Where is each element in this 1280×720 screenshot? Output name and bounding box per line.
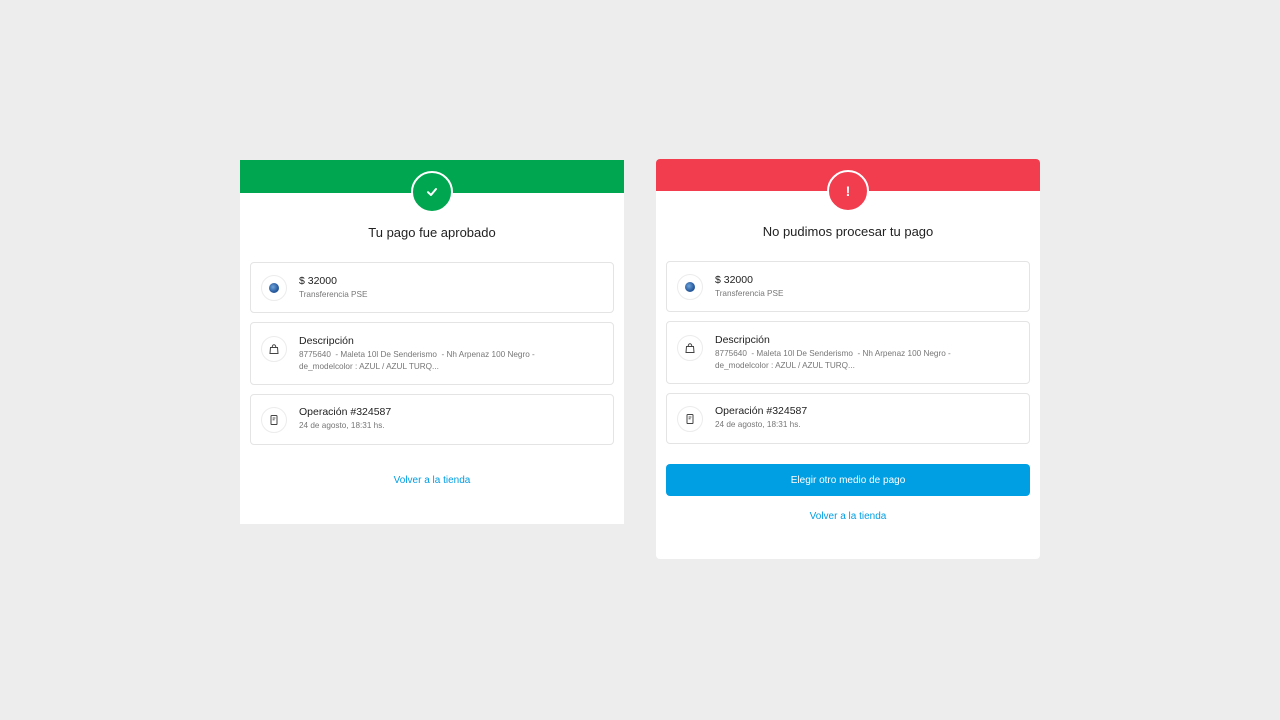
shopping-bag-icon bbox=[261, 336, 287, 362]
amount-box: $ 32000 Transferencia PSE bbox=[250, 262, 614, 313]
description-box: Descripción 8775640 - Maleta 10l De Send… bbox=[250, 322, 614, 385]
payment-method: Transferencia PSE bbox=[299, 290, 368, 299]
receipt-icon bbox=[677, 406, 703, 432]
description-label: Descripción bbox=[715, 334, 770, 346]
amount-value: $ 32000 bbox=[715, 274, 753, 286]
success-header-bar bbox=[240, 160, 624, 213]
card-title: Tu pago fue aprobado bbox=[368, 225, 496, 240]
operation-number: Operación #324587 bbox=[299, 406, 392, 418]
description-label: Descripción bbox=[299, 335, 354, 347]
description-text-line2: de_modelcolor : AZUL / AZUL TURQ... bbox=[299, 362, 439, 371]
shopping-bag-icon bbox=[677, 335, 703, 361]
pse-logo-icon bbox=[677, 274, 703, 300]
pse-logo-icon bbox=[261, 275, 287, 301]
check-icon bbox=[411, 171, 453, 213]
payment-approved-card: Tu pago fue aprobado $ 32000 Transferenc… bbox=[240, 160, 624, 524]
choose-other-payment-button[interactable]: Elegir otro medio de pago bbox=[666, 464, 1030, 496]
payment-failed-card: ! No pudimos procesar tu pago $ 32000 Tr… bbox=[656, 159, 1040, 559]
operation-box: Operación #324587 24 de agosto, 18:31 hs… bbox=[666, 393, 1030, 444]
error-header-bar: ! bbox=[656, 159, 1040, 212]
operation-box: Operación #324587 24 de agosto, 18:31 hs… bbox=[250, 394, 614, 445]
payment-method: Transferencia PSE bbox=[715, 289, 784, 298]
back-to-store-link[interactable]: Volver a la tienda bbox=[240, 475, 624, 486]
back-to-store-link[interactable]: Volver a la tienda bbox=[656, 511, 1040, 522]
description-box: Descripción 8775640 - Maleta 10l De Send… bbox=[666, 321, 1030, 384]
card-title: No pudimos procesar tu pago bbox=[762, 224, 934, 239]
operation-date: 24 de agosto, 18:31 hs. bbox=[299, 421, 385, 430]
exclamation-icon: ! bbox=[827, 170, 869, 212]
exclamation-symbol: ! bbox=[845, 183, 851, 199]
operation-number: Operación #324587 bbox=[715, 405, 808, 417]
amount-value: $ 32000 bbox=[299, 275, 337, 287]
description-text-line1: 8775640 - Maleta 10l De Senderismo - Nh … bbox=[299, 350, 535, 359]
description-text-line1: 8775640 - Maleta 10l De Senderismo - Nh … bbox=[715, 349, 951, 358]
amount-box: $ 32000 Transferencia PSE bbox=[666, 261, 1030, 312]
receipt-icon bbox=[261, 407, 287, 433]
description-text-line2: de_modelcolor : AZUL / AZUL TURQ... bbox=[715, 361, 855, 370]
operation-date: 24 de agosto, 18:31 hs. bbox=[715, 420, 801, 429]
